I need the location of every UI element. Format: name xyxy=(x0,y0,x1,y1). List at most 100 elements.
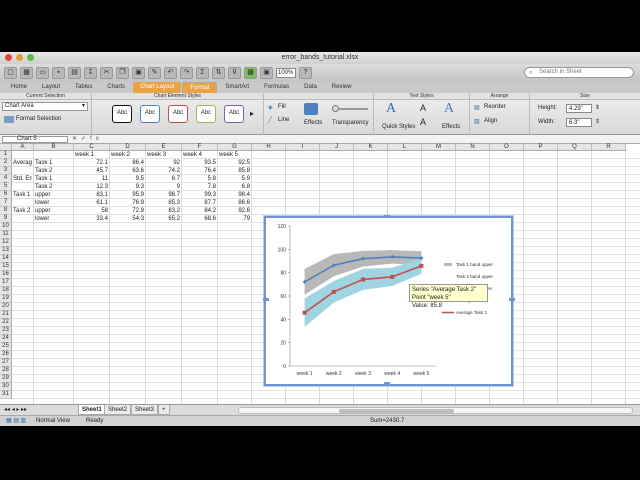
cell[interactable]: 84.2 xyxy=(183,207,216,215)
text-effects-icon[interactable]: A xyxy=(444,101,454,117)
cell[interactable]: 98.7 xyxy=(147,191,180,199)
cell[interactable]: 11 xyxy=(75,175,108,183)
resize-handle[interactable] xyxy=(263,298,269,301)
sheet-tab[interactable]: Sheet2 xyxy=(104,405,132,415)
tab-review[interactable]: Review xyxy=(325,82,359,93)
gallery-icon[interactable]: ▦ xyxy=(244,67,257,79)
cell[interactable]: upper xyxy=(35,191,72,199)
data-point[interactable] xyxy=(361,277,365,282)
cell[interactable]: Task 2 xyxy=(35,167,72,175)
cell[interactable]: 95.9 xyxy=(111,191,144,199)
cell[interactable]: 76.9 xyxy=(111,199,144,207)
cell[interactable]: 93.5 xyxy=(183,159,216,167)
cut-icon[interactable]: ✂ xyxy=(100,67,113,79)
open-icon[interactable]: ▭ xyxy=(36,67,49,79)
slider-thumb[interactable] xyxy=(332,105,339,112)
scroll-right-icon[interactable]: ▸ xyxy=(250,109,254,118)
search-input[interactable]: ⌕ Search in Sheet xyxy=(524,67,634,78)
format-painter-icon[interactable]: ✎ xyxy=(148,67,161,79)
cell[interactable]: 63.6 xyxy=(111,167,144,175)
column-header[interactable]: H xyxy=(252,144,286,151)
style-swatch[interactable]: Abc xyxy=(168,105,188,123)
cell[interactable]: 33.4 xyxy=(75,215,108,223)
column-header[interactable]: B xyxy=(34,144,74,151)
cell[interactable]: 5.8 xyxy=(183,175,216,183)
cell[interactable]: 86.4 xyxy=(111,159,144,167)
column-header[interactable]: J xyxy=(320,144,354,151)
templates-icon[interactable]: ▦ xyxy=(20,67,33,79)
cell[interactable]: 92 xyxy=(147,159,180,167)
cell[interactable]: 9.3 xyxy=(111,183,144,191)
row-header[interactable]: 9 xyxy=(0,215,12,223)
data-point[interactable] xyxy=(390,274,395,279)
column-header[interactable]: L xyxy=(388,144,422,151)
current-selection-dropdown[interactable]: Chart Area ▾ xyxy=(2,102,88,111)
cell[interactable]: 9.5 xyxy=(111,175,144,183)
tab-charts[interactable]: Charts xyxy=(100,82,132,93)
tab-layout[interactable]: Layout xyxy=(35,82,67,93)
cell[interactable]: 83.1 xyxy=(75,191,108,199)
quick-styles-button[interactable]: Quick Styles xyxy=(382,124,415,130)
row-header[interactable]: 29 xyxy=(0,375,12,383)
data-point[interactable] xyxy=(331,289,336,294)
paste-icon[interactable]: ▣ xyxy=(132,67,145,79)
column-header[interactable]: C xyxy=(74,144,110,151)
resize-handle[interactable] xyxy=(384,215,390,218)
cell[interactable]: 68.6 xyxy=(183,215,216,223)
effects-icon[interactable] xyxy=(304,103,318,115)
row-header[interactable]: 12 xyxy=(0,239,12,247)
fx-icon[interactable]: fx xyxy=(90,136,103,142)
cell[interactable]: 6.8 xyxy=(219,183,250,191)
column-header[interactable]: N xyxy=(456,144,490,151)
resize-handle[interactable] xyxy=(384,382,390,385)
cell[interactable]: lower xyxy=(35,199,72,207)
tab-tables[interactable]: Tables xyxy=(68,82,99,93)
text-outline-icon[interactable]: A xyxy=(420,117,426,127)
autosum-icon[interactable]: Σ xyxy=(196,67,209,79)
row-header[interactable]: 21 xyxy=(0,311,12,319)
cell[interactable]: week 4 xyxy=(183,151,216,159)
cell[interactable]: Task 2 band xyxy=(13,207,32,215)
column-header[interactable]: D xyxy=(110,144,146,151)
row-header[interactable]: 13 xyxy=(0,247,12,255)
style-swatch[interactable]: Abc xyxy=(112,105,132,123)
print-icon[interactable]: ▤ xyxy=(68,67,81,79)
tab-chart-layout[interactable]: Chart Layout xyxy=(133,82,182,93)
cell[interactable]: Task 2 xyxy=(35,183,72,191)
cell[interactable]: 85.3 xyxy=(147,199,180,207)
chart-object[interactable]: 0 20 40 60 80 100 120 week 1 week 2 week 3 week 4 w… xyxy=(263,215,515,386)
cell[interactable]: upper xyxy=(35,207,72,215)
cell[interactable]: week 2 xyxy=(111,151,144,159)
line-icon[interactable]: ╱ xyxy=(268,117,272,124)
column-header[interactable]: P xyxy=(524,144,558,151)
text-fill-icon[interactable]: A xyxy=(420,103,426,113)
row-header[interactable]: 6 xyxy=(0,191,12,199)
help-icon[interactable]: ? xyxy=(299,67,312,79)
cell[interactable]: 45.7 xyxy=(75,167,108,175)
sort-icon[interactable]: ⇅ xyxy=(212,67,225,79)
row-header[interactable]: 5 xyxy=(0,183,12,191)
cell[interactable]: 92.6 xyxy=(219,207,250,215)
cell[interactable]: 83.2 xyxy=(147,207,180,215)
import-icon[interactable]: ↧ xyxy=(84,67,97,79)
row-header[interactable]: 11 xyxy=(0,231,12,239)
column-header[interactable]: F xyxy=(182,144,218,151)
cell[interactable]: lower xyxy=(35,215,72,223)
new-icon[interactable]: ▢ xyxy=(4,67,17,79)
row-header[interactable]: 23 xyxy=(0,327,12,335)
column-header[interactable]: Q xyxy=(558,144,592,151)
cell[interactable]: Task 1 band xyxy=(13,191,32,199)
row-header[interactable]: 7 xyxy=(0,199,12,207)
row-header[interactable]: 22 xyxy=(0,319,12,327)
copy-icon[interactable]: ❐ xyxy=(116,67,129,79)
column-header[interactable]: K xyxy=(354,144,388,151)
cell[interactable]: 5.9 xyxy=(219,175,250,183)
column-header[interactable]: R xyxy=(592,144,626,151)
data-point[interactable] xyxy=(419,263,424,268)
row-header[interactable]: 31 xyxy=(0,391,12,399)
style-swatch[interactable]: Abc xyxy=(196,105,216,123)
fill-icon[interactable]: ◈ xyxy=(268,104,273,111)
filter-icon[interactable]: ⊽ xyxy=(228,67,241,79)
row-header[interactable]: 28 xyxy=(0,367,12,375)
row-header[interactable]: 3 xyxy=(0,167,12,175)
